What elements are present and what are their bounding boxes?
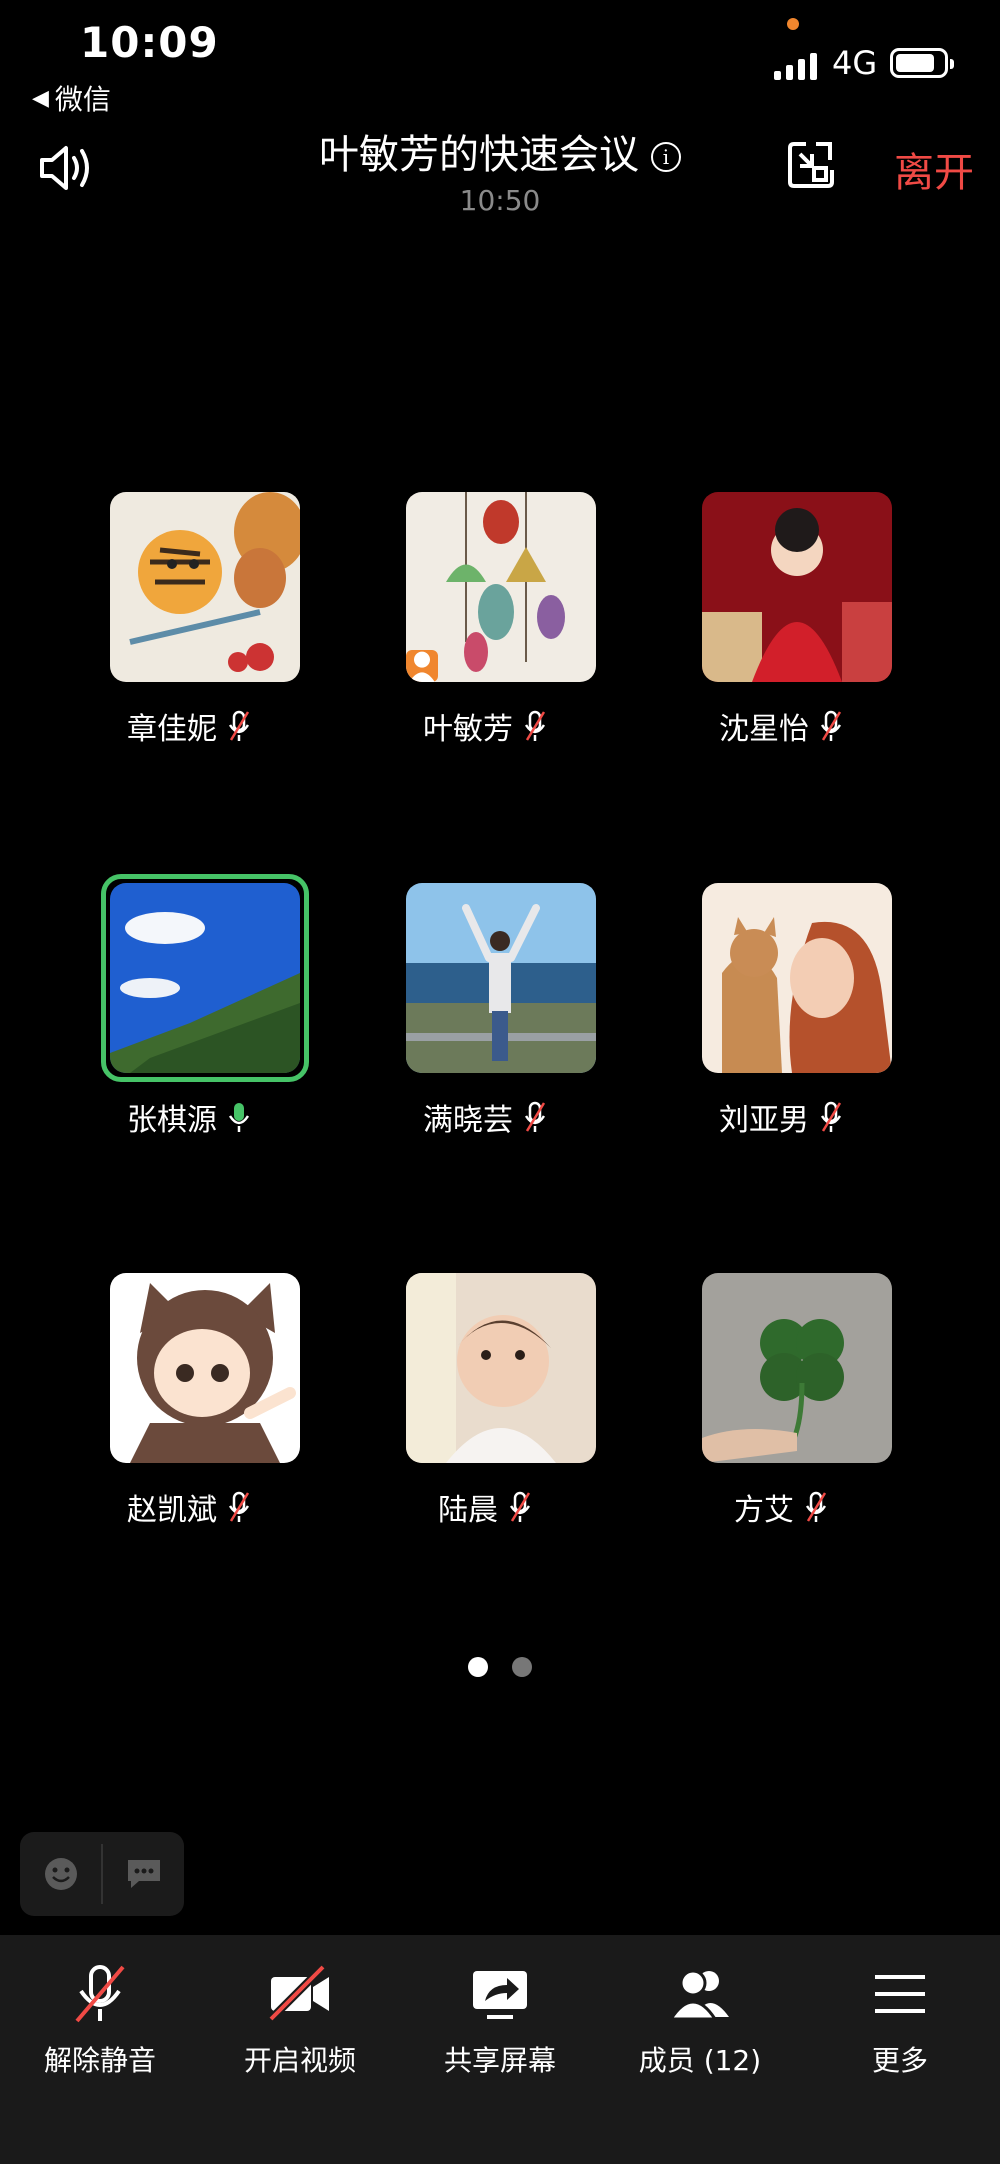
participant-name: 张棋源: [127, 1103, 217, 1138]
participant-tile[interactable]: 方艾: [641, 1273, 901, 1573]
participant-tile[interactable]: 沈星怡: [641, 492, 901, 792]
woman-seaside-image: [406, 883, 596, 1073]
participant-name-row: 张棋源: [49, 1095, 309, 1139]
participant-avatar: [406, 883, 596, 1073]
participant-avatar: [702, 492, 892, 682]
participant-tile[interactable]: 赵凯斌: [49, 1273, 309, 1573]
members-button[interactable]: 成员 (12): [600, 1963, 800, 2079]
video-off-icon: [268, 1964, 329, 2022]
members-icon: [668, 1969, 729, 2021]
participant-tile[interactable]: 满晓芸: [345, 883, 605, 1183]
more-button[interactable]: 更多: [800, 1963, 1000, 2079]
back-app-label: 微信: [54, 83, 111, 116]
participant-avatar: [110, 492, 300, 682]
sky-mountain-image: [110, 883, 300, 1073]
meeting-title-text: 叶敏芳的快速会议: [319, 132, 639, 178]
participant-name: 赵凯斌: [127, 1493, 217, 1528]
page-indicator[interactable]: [0, 1657, 1000, 1677]
mic-muted-icon: [75, 1965, 125, 2023]
status-time: 10:09: [80, 18, 219, 67]
participant-name: 沈星怡: [719, 712, 809, 747]
chat-bubble-icon: [127, 1860, 160, 1888]
leave-meeting-button[interactable]: 离开: [894, 140, 974, 198]
participant-avatar: [702, 1273, 892, 1463]
page-dot-1[interactable]: [468, 1657, 488, 1677]
share-screen-icon: [473, 1971, 527, 2019]
host-badge: [406, 650, 438, 682]
meeting-title[interactable]: 叶敏芳的快速会议 i: [0, 122, 1000, 180]
battery-icon: [890, 48, 954, 78]
participant-name-row: 叶敏芳: [345, 704, 605, 748]
woman-cat-image: [702, 883, 892, 1073]
network-type: 4G: [832, 44, 878, 82]
participant-name-row: 赵凯斌: [49, 1485, 309, 1529]
mic-on-icon: [228, 1103, 250, 1132]
reaction-chat-pill: [20, 1832, 184, 1916]
participant-tile[interactable]: 刘亚男: [641, 883, 901, 1183]
meeting-toolbar: 解除静音 开启视频 共享屏幕 成员 (12) 更多: [0, 1935, 1000, 2164]
tiger-butterfly-image: [110, 492, 300, 682]
participant-tile[interactable]: 张棋源: [49, 874, 309, 1183]
back-triangle-icon: ◀: [32, 85, 49, 111]
participant-avatar: [702, 883, 892, 1073]
cellular-signal-icon: [774, 52, 817, 80]
mic-in-use-indicator: [787, 18, 799, 30]
participant-name: 陆晨: [438, 1493, 498, 1528]
cat-hood-boy-image: [110, 1273, 300, 1463]
participant-avatar: [406, 492, 596, 682]
mic-muted-icon: [820, 1101, 842, 1132]
chat-button[interactable]: [103, 1832, 184, 1916]
participant-name: 章佳妮: [127, 712, 217, 747]
participant-name: 刘亚男: [719, 1103, 809, 1138]
mic-muted-icon: [524, 1101, 546, 1132]
mic-muted-icon: [524, 710, 546, 741]
participant-avatar: [110, 1273, 300, 1463]
unmute-label: 解除静音: [43, 2044, 156, 2077]
toddler-image: [406, 1273, 596, 1463]
start-video-button[interactable]: 开启视频: [200, 1963, 400, 2079]
participant-name-row: 章佳妮: [49, 704, 309, 748]
members-label: 成员 (12): [638, 2044, 762, 2077]
participant-name-row: 沈星怡: [641, 704, 901, 748]
participant-name: 方艾: [734, 1493, 794, 1528]
meeting-duration: 10:50: [459, 184, 541, 217]
menu-icon: [875, 1975, 925, 2013]
girl-red-dress-image: [702, 492, 892, 682]
emoji-button[interactable]: [20, 1832, 101, 1916]
mic-muted-icon: [805, 1491, 827, 1522]
participant-avatar: [110, 883, 300, 1073]
more-label: 更多: [871, 2044, 928, 2077]
host-person-icon: [409, 651, 435, 682]
participant-name-row: 满晓芸: [345, 1095, 605, 1139]
start-video-label: 开启视频: [243, 2044, 356, 2077]
mic-muted-icon: [228, 710, 250, 741]
participant-tile[interactable]: 陆晨: [345, 1273, 605, 1573]
back-to-app-link[interactable]: ◀ 微信: [32, 78, 111, 118]
participant-name-row: 陆晨: [345, 1485, 605, 1529]
participant-name: 满晓芸: [423, 1103, 513, 1138]
participant-name-row: 方艾: [641, 1485, 901, 1529]
mic-muted-icon: [820, 710, 842, 741]
four-leaf-clover-image: [702, 1273, 892, 1463]
minimize-window-button[interactable]: [786, 140, 836, 190]
participant-avatar: [406, 1273, 596, 1463]
participant-tile[interactable]: 章佳妮: [49, 492, 309, 792]
mic-muted-icon: [228, 1491, 250, 1522]
share-screen-label: 共享屏幕: [443, 2044, 556, 2077]
info-icon[interactable]: i: [651, 142, 681, 172]
unmute-button[interactable]: 解除静音: [0, 1963, 200, 2079]
minimize-window-icon: [788, 142, 834, 188]
participant-tile[interactable]: 叶敏芳: [345, 492, 605, 792]
mic-muted-icon: [509, 1491, 531, 1522]
page-dot-2[interactable]: [512, 1657, 532, 1677]
emoji-icon: [44, 1858, 77, 1890]
participant-name: 叶敏芳: [423, 712, 513, 747]
share-screen-button[interactable]: 共享屏幕: [400, 1963, 600, 2079]
participant-name-row: 刘亚男: [641, 1095, 901, 1139]
